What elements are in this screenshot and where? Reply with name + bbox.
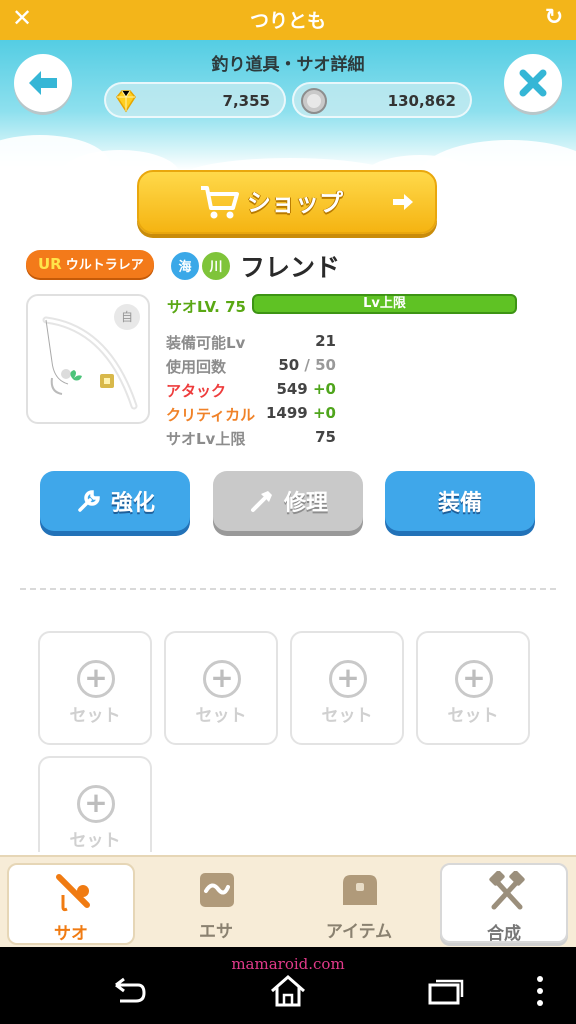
app-top-bar: ✕ つりとも ↻ [0,0,576,40]
tab-rod-label: サオ [54,924,88,944]
recent-apps-icon[interactable] [424,973,468,1009]
rod-image-box: 自 [26,294,150,424]
plus-icon: + [203,660,241,698]
rarity-badge: UR ウルトラレア [26,250,154,278]
stat-label: 使用回数 [166,358,227,376]
tab-synth[interactable]: 合成 [440,863,568,944]
repair-button[interactable]: 修理 [213,471,363,531]
uses-current: 50 [278,356,300,374]
gem-count: 7,355 [222,92,270,110]
set-slot-label: セット [195,706,247,726]
watermark: mamaroid.com [231,955,345,973]
equip-label: 装備 [437,491,482,516]
bait-tab-icon [200,873,234,907]
uses-max: 50 [315,356,336,374]
coin-count: 130,862 [387,92,456,110]
tab-rod[interactable]: サオ [7,863,135,945]
stat-attack: アタック 549 +0 [166,380,336,402]
fishing-rod-icon [42,316,138,410]
enhance-button[interactable]: 強化 [40,471,190,531]
repair-label: 修理 [283,491,328,516]
set-slot[interactable]: + セット [38,756,152,852]
coin-icon [301,88,327,114]
stat-label: 装備可能Lv [166,334,246,352]
stat-value: 75 [315,428,336,446]
gem-counter: 7,355 [104,82,286,118]
gem-icon [116,90,136,113]
tab-bait[interactable]: エサ [152,863,280,943]
set-slot[interactable]: + セット [38,631,152,745]
stat-value: 50 / 50 [278,356,336,374]
set-slot[interactable]: + セット [416,631,530,745]
stat-value: 21 [315,332,336,350]
arrow-right-icon [393,194,413,210]
set-slot[interactable]: + セット [164,631,278,745]
set-slot[interactable]: + セット [290,631,404,745]
close-icon [519,69,547,97]
back-button[interactable] [14,54,72,112]
shop-button[interactable]: ショップ [137,170,437,234]
tab-bait-label: エサ [199,922,233,942]
set-slot-label: セット [447,706,499,726]
rod-name: フレンド [240,253,341,282]
stat-label: サオLv上限 [166,430,246,448]
stat-label: アタック [166,382,227,400]
home-nav-icon[interactable] [266,973,310,1009]
back-nav-icon[interactable] [106,973,150,1009]
plus-icon: + [77,660,115,698]
refresh-icon[interactable]: ↻ [542,5,566,31]
arrow-left-icon [29,71,57,95]
set-slot-label: セット [69,831,121,851]
critical-value: 1499 [266,404,308,422]
wrench-icon [78,490,100,512]
stat-label: クリティカル [166,406,256,424]
rod-level-bar: Lv上限 [252,294,517,314]
uses-separator: / [299,356,316,374]
equip-button[interactable]: 装備 [385,471,535,531]
enhance-label: 強化 [110,491,155,516]
stat-value: 1499 +0 [266,404,336,422]
system-nav-bar: mamaroid.com [0,947,576,1024]
stat-equip-level: 装備可能Lv 21 [166,332,336,354]
header-panel: 釣り道具・サオ詳細 7,355 130,862 [0,40,576,170]
tab-items[interactable]: アイテム [295,863,423,943]
fishing-rod-tab-icon [56,874,90,912]
bottom-tab-bar: サオ エサ アイテム 合成 [0,855,576,947]
stat-uses: 使用回数 50 / 50 [166,356,336,378]
stat-critical: クリティカル 1499 +0 [166,404,336,426]
shop-label: ショップ [247,189,343,217]
rarity-code: UR [38,255,62,273]
app-title: つりとも [249,10,326,32]
stat-value: 549 +0 [276,380,336,398]
shopping-cart-icon [201,186,239,219]
set-slot-label: セット [321,706,373,726]
sea-tag: 海 [169,250,201,282]
tab-items-label: アイテム [325,922,393,942]
river-tag: 川 [200,250,232,282]
page-title: 釣り道具・サオ詳細 [211,55,365,75]
critical-bonus: +0 [312,404,336,422]
stat-level-cap: サオLv上限 75 [166,428,336,450]
plus-icon: + [77,785,115,823]
overflow-menu-icon[interactable] [530,973,550,1009]
attack-bonus: +0 [312,380,336,398]
set-slot-label: セット [69,706,121,726]
coin-counter: 130,862 [292,82,472,118]
rarity-label: ウルトラレア [65,258,144,273]
plus-icon: + [455,660,493,698]
close-button[interactable] [504,54,562,112]
hammer-icon [250,491,272,512]
tab-synth-label: 合成 [487,924,521,944]
rod-level-label: サオLV. 75 [167,298,246,316]
bag-tab-icon [343,875,377,905]
crossed-hammers-icon [489,871,525,910]
section-divider [20,588,556,590]
attack-value: 549 [276,380,308,398]
plus-icon: + [329,660,367,698]
